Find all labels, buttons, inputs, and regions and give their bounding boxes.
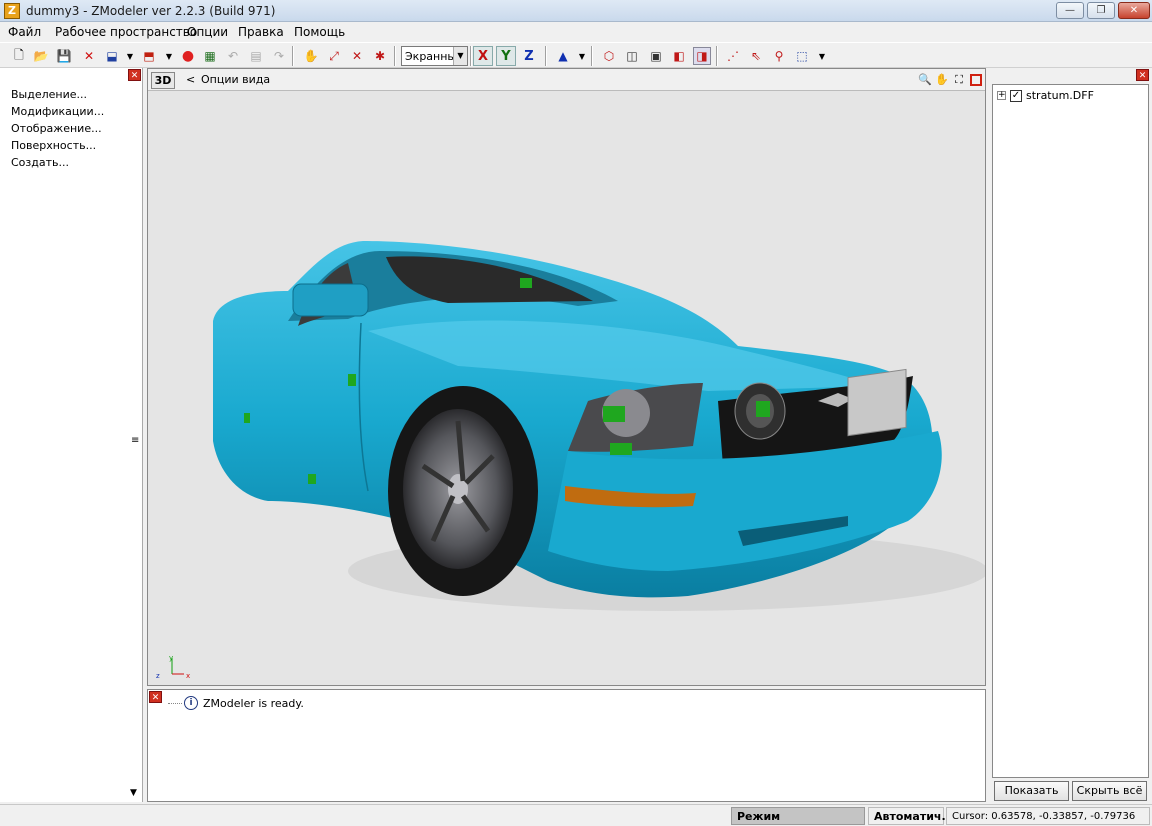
minimize-button[interactable]: — [1056, 2, 1084, 19]
visibility-checkbox[interactable]: ✓ [1010, 89, 1022, 102]
maximize-button[interactable]: ❐ [1087, 2, 1115, 19]
redo-icon[interactable]: ↷ [270, 47, 288, 65]
export-dropdown-icon[interactable]: ▼ [160, 47, 178, 65]
menu-help[interactable]: Помощь [294, 25, 345, 39]
nav-selection[interactable]: Выделение... [11, 86, 104, 103]
tree-item-label[interactable]: stratum.DFF [1026, 89, 1094, 102]
select-cursor-icon[interactable]: ⇖ [747, 47, 765, 65]
paste-icon[interactable]: ▤ [247, 47, 265, 65]
car-model [213, 241, 985, 611]
axis-z-toggle[interactable]: Z [520, 47, 538, 65]
viewport-header: 3D < Опции вида 🔍 ✋ ⛶ [148, 69, 985, 91]
command-list: Выделение... Модификации... Отображение.… [11, 86, 104, 171]
chevron-down-icon[interactable]: ▼ [453, 47, 467, 65]
close-icon[interactable]: ✕ [128, 69, 141, 81]
menu-edit[interactable]: Правка [238, 25, 284, 39]
import-dropdown-icon[interactable]: ▼ [121, 47, 139, 65]
import-icon[interactable]: ⬓ [103, 47, 121, 65]
select-figure-icon[interactable]: ⚲ [770, 47, 788, 65]
close-icon[interactable]: ✕ [1136, 69, 1149, 81]
tree-connector [168, 702, 182, 704]
undo-icon[interactable]: ↶ [224, 47, 242, 65]
app-icon: Z [4, 3, 20, 19]
3d-viewport[interactable]: 3D < Опции вида 🔍 ✋ ⛶ y z x [147, 68, 986, 686]
toolbar-separator [716, 46, 718, 66]
object-mode-icon[interactable]: ◧ [670, 47, 688, 65]
hand-tool-icon[interactable]: ✋ [302, 47, 320, 65]
face-mode-icon[interactable]: ▣ [647, 47, 665, 65]
toolbar-separator [292, 46, 294, 66]
selection-mode-indicator[interactable]: Режим Выделенного [731, 807, 865, 825]
nav-modifications[interactable]: Модификации... [11, 103, 104, 120]
close-icon[interactable]: ✕ [149, 691, 162, 703]
info-icon: i [184, 696, 198, 710]
hide-all-button[interactable]: Скрыть всё [1072, 781, 1147, 801]
cone-icon[interactable]: ▲ [554, 47, 572, 65]
nav-display[interactable]: Отображение... [11, 120, 104, 137]
console-message-row: i ZModeler is ready. [168, 696, 304, 710]
axis-x-toggle[interactable]: X [473, 46, 493, 66]
axis-x-label: x [186, 672, 190, 680]
toolbar-separator [470, 46, 472, 66]
car-render [213, 241, 985, 611]
viewport-mode-button[interactable]: 3D [151, 72, 175, 89]
zoom-icon[interactable]: 🔍 [917, 72, 933, 88]
expand-icon[interactable]: + [997, 91, 1006, 100]
surface-mode-icon[interactable]: ◨ [693, 47, 711, 65]
cursor-coordinates: Cursor: 0.63578, -0.33857, -0.79736 [946, 807, 1150, 825]
toolbar-separator [545, 46, 547, 66]
axis-z-label: z [156, 672, 160, 680]
menu-file[interactable]: Файл [8, 25, 41, 39]
toolbar-separator [591, 46, 593, 66]
object-tree: + ✓ stratum.DFF [992, 84, 1149, 778]
viewport-back-button[interactable]: < [186, 73, 195, 86]
pan-hand-icon[interactable]: ✋ [934, 72, 950, 88]
select-vertex-icon[interactable]: ⋰ [724, 47, 742, 65]
menu-workspace[interactable]: Рабочее пространство [55, 25, 197, 39]
move-icon[interactable]: ⤢ [325, 47, 343, 65]
console-panel: ✕ i ZModeler is ready. [147, 689, 986, 802]
nav-create[interactable]: Создать... [11, 154, 104, 171]
menu-bar: Файл Рабочее пространство Опции Правка П… [0, 22, 1152, 42]
rotate-icon[interactable]: ✕ [348, 47, 366, 65]
cone-dropdown-icon[interactable]: ▼ [573, 47, 591, 65]
axis-y-label: y [169, 654, 173, 662]
status-bar: Режим Выделенного Автоматич. Cursor: 0.6… [0, 804, 1152, 826]
menu-options[interactable]: Опции [187, 25, 228, 39]
select-object-icon[interactable]: ⬚ [793, 47, 811, 65]
view-mode-combo[interactable]: Экранны ▼ [401, 46, 468, 66]
nav-surface[interactable]: Поверхность... [11, 137, 104, 154]
left-command-panel: ✕ Выделение... Модификации... Отображени… [0, 68, 143, 802]
scroll-down-icon[interactable]: ▼ [130, 788, 137, 798]
select-dropdown-icon[interactable]: ▼ [813, 47, 831, 65]
show-all-button[interactable]: Показать всё [994, 781, 1069, 815]
viewport-options-link[interactable]: Опции вида [201, 73, 270, 86]
export-icon[interactable]: ⬒ [140, 47, 158, 65]
main-toolbar: 🗋 📂 💾 ✕ ⬓ ▼ ⬒ ▼ ● ▦ ↶ ▤ ↷ ✋ ⤢ ✕ ✱ Экранн… [0, 42, 1152, 68]
axis-gizmo: y z x [156, 654, 190, 680]
new-file-icon[interactable]: 🗋 [10, 47, 28, 65]
open-folder-icon[interactable]: 📂 [32, 47, 50, 65]
title-bar: Z dummy3 - ZModeler ver 2.2.3 (Build 971… [0, 0, 1152, 22]
fit-view-icon[interactable]: ⛶ [951, 72, 967, 88]
record-icon[interactable]: ● [179, 47, 197, 65]
tree-item[interactable]: + ✓ stratum.DFF [997, 89, 1094, 102]
close-file-icon[interactable]: ✕ [80, 47, 98, 65]
viewport-tools: 🔍 ✋ ⛶ [917, 72, 967, 88]
console-message: ZModeler is ready. [203, 696, 304, 710]
axis-y-toggle[interactable]: Y [496, 46, 516, 66]
maximize-viewport-icon[interactable] [970, 74, 982, 86]
scene-icon[interactable]: ▦ [201, 47, 219, 65]
auto-mode-indicator[interactable]: Автоматич. [868, 807, 946, 825]
scale-icon[interactable]: ✱ [371, 47, 389, 65]
save-icon[interactable]: 💾 [55, 47, 73, 65]
toolbar-separator [394, 46, 396, 66]
splitter-grip-icon[interactable]: ≡ [131, 435, 139, 446]
close-button[interactable]: ✕ [1118, 2, 1150, 19]
window-title: dummy3 - ZModeler ver 2.2.3 (Build 971) [26, 4, 276, 18]
vertex-mode-icon[interactable]: ⬡ [600, 47, 618, 65]
edge-mode-icon[interactable]: ◫ [623, 47, 641, 65]
right-objects-panel: ✕ + ✓ stratum.DFF Показать всё Скрыть вс… [990, 68, 1152, 815]
